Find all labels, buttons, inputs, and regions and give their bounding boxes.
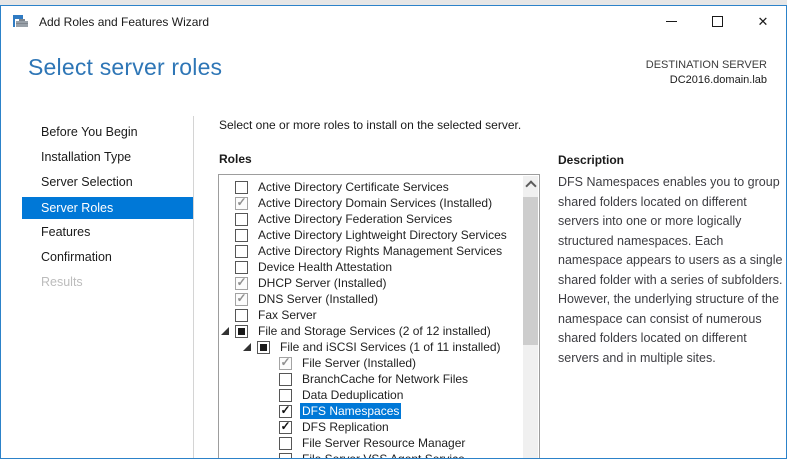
- role-checkbox[interactable]: [235, 229, 248, 242]
- sidebar-item-server-roles[interactable]: Server Roles: [22, 197, 193, 219]
- maximize-button[interactable]: [694, 6, 740, 37]
- sidebar-item-results[interactable]: Results: [1, 270, 193, 295]
- role-row[interactable]: DFS Namespaces: [219, 403, 523, 419]
- role-label[interactable]: Data Deduplication: [300, 387, 405, 403]
- role-checkbox[interactable]: [279, 373, 292, 386]
- role-checkbox[interactable]: [235, 261, 248, 274]
- minimize-button[interactable]: [648, 6, 694, 37]
- page-title: Select server roles: [28, 54, 222, 81]
- role-row[interactable]: DFS Replication: [219, 419, 523, 435]
- role-label[interactable]: Active Directory Domain Services (Instal…: [256, 195, 494, 211]
- role-row[interactable]: File Server (Installed): [219, 355, 523, 371]
- instruction-text: Select one or more roles to install on t…: [219, 118, 521, 132]
- roles-rows-container: Active Directory Certificate Services Ac…: [219, 179, 523, 459]
- roles-listbox[interactable]: Active Directory Certificate Services Ac…: [218, 174, 540, 459]
- sidebar-item-features[interactable]: Features: [1, 220, 193, 245]
- close-button[interactable]: ✕: [740, 6, 786, 37]
- role-label[interactable]: DNS Server (Installed): [256, 291, 380, 307]
- role-label[interactable]: File and Storage Services (2 of 12 insta…: [256, 323, 493, 339]
- sidebar-item-installation-type[interactable]: Installation Type: [1, 145, 193, 170]
- role-checkbox[interactable]: [279, 357, 292, 370]
- expand-triangle-icon[interactable]: [221, 327, 229, 335]
- minimize-icon: [666, 21, 677, 22]
- role-checkbox[interactable]: [279, 453, 292, 459]
- destination-server-name: DC2016.domain.lab: [646, 73, 767, 88]
- role-checkbox[interactable]: [279, 421, 292, 434]
- role-label[interactable]: File and iSCSI Services (1 of 11 install…: [278, 339, 503, 355]
- role-label[interactable]: Active Directory Federation Services: [256, 211, 454, 227]
- description-heading: Description: [558, 153, 624, 167]
- chevron-up-icon: [525, 180, 536, 191]
- role-label[interactable]: Active Directory Rights Management Servi…: [256, 243, 504, 259]
- role-row[interactable]: File Server Resource Manager: [219, 435, 523, 451]
- role-checkbox[interactable]: [257, 341, 270, 354]
- destination-server-label: DESTINATION SERVER: [646, 58, 767, 73]
- role-row[interactable]: Active Directory Lightweight Directory S…: [219, 227, 523, 243]
- role-label[interactable]: File Server (Installed): [300, 355, 418, 371]
- role-row[interactable]: Data Deduplication: [219, 387, 523, 403]
- role-label[interactable]: DHCP Server (Installed): [256, 275, 388, 291]
- role-row[interactable]: Active Directory Certificate Services: [219, 179, 523, 195]
- role-label[interactable]: Active Directory Lightweight Directory S…: [256, 227, 509, 243]
- destination-server-block: DESTINATION SERVER DC2016.domain.lab: [646, 58, 767, 88]
- roles-wizard-toolbox-icon: [13, 13, 29, 29]
- role-row[interactable]: Fax Server: [219, 307, 523, 323]
- role-row[interactable]: DNS Server (Installed): [219, 291, 523, 307]
- role-row[interactable]: DHCP Server (Installed): [219, 275, 523, 291]
- scrollbar-up-button[interactable]: [523, 176, 538, 192]
- role-checkbox[interactable]: [279, 405, 292, 418]
- role-label[interactable]: BranchCache for Network Files: [300, 371, 470, 387]
- role-label[interactable]: Fax Server: [256, 307, 319, 323]
- role-checkbox[interactable]: [235, 197, 248, 210]
- role-checkbox[interactable]: [235, 293, 248, 306]
- role-row[interactable]: Device Health Attestation: [219, 259, 523, 275]
- expand-triangle-icon[interactable]: [243, 343, 251, 351]
- role-checkbox[interactable]: [235, 213, 248, 226]
- roles-list-heading: Roles: [219, 152, 252, 166]
- maximize-icon: [712, 16, 723, 27]
- role-checkbox[interactable]: [279, 389, 292, 402]
- role-row[interactable]: File and iSCSI Services (1 of 11 install…: [219, 339, 523, 355]
- role-row[interactable]: Active Directory Rights Management Servi…: [219, 243, 523, 259]
- window-title: Add Roles and Features Wizard: [39, 15, 209, 29]
- role-checkbox[interactable]: [235, 245, 248, 258]
- scrollbar-thumb[interactable]: [523, 197, 538, 345]
- role-label[interactable]: Active Directory Certificate Services: [256, 179, 451, 195]
- close-icon: ✕: [758, 14, 769, 30]
- sidebar-item-server-selection[interactable]: Server Selection: [1, 170, 193, 195]
- sidebar-item-before-you-begin[interactable]: Before You Begin: [1, 120, 193, 145]
- role-checkbox[interactable]: [235, 277, 248, 290]
- description-text: DFS Namespaces enables you to group shar…: [558, 173, 784, 368]
- role-row[interactable]: File Server VSS Agent Service: [219, 451, 523, 459]
- role-checkbox[interactable]: [279, 437, 292, 450]
- title-bar[interactable]: Add Roles and Features Wizard ✕: [1, 6, 786, 37]
- role-label[interactable]: DFS Namespaces: [300, 403, 401, 419]
- sidebar-item-confirmation[interactable]: Confirmation: [1, 245, 193, 270]
- role-label[interactable]: File Server VSS Agent Service: [300, 451, 467, 459]
- wizard-window: Add Roles and Features Wizard ✕ Select s…: [0, 5, 787, 459]
- role-row[interactable]: Active Directory Domain Services (Instal…: [219, 195, 523, 211]
- roles-scrollbar[interactable]: [523, 176, 538, 459]
- window-controls: ✕: [648, 6, 786, 37]
- role-label[interactable]: DFS Replication: [300, 419, 391, 435]
- role-row[interactable]: BranchCache for Network Files: [219, 371, 523, 387]
- role-checkbox[interactable]: [235, 309, 248, 322]
- role-label[interactable]: Device Health Attestation: [256, 259, 394, 275]
- role-label[interactable]: File Server Resource Manager: [300, 435, 467, 451]
- role-row[interactable]: File and Storage Services (2 of 12 insta…: [219, 323, 523, 339]
- wizard-steps-nav: Before You BeginInstallation TypeServer …: [1, 116, 194, 459]
- role-checkbox[interactable]: [235, 325, 248, 338]
- role-row[interactable]: Active Directory Federation Services: [219, 211, 523, 227]
- role-checkbox[interactable]: [235, 181, 248, 194]
